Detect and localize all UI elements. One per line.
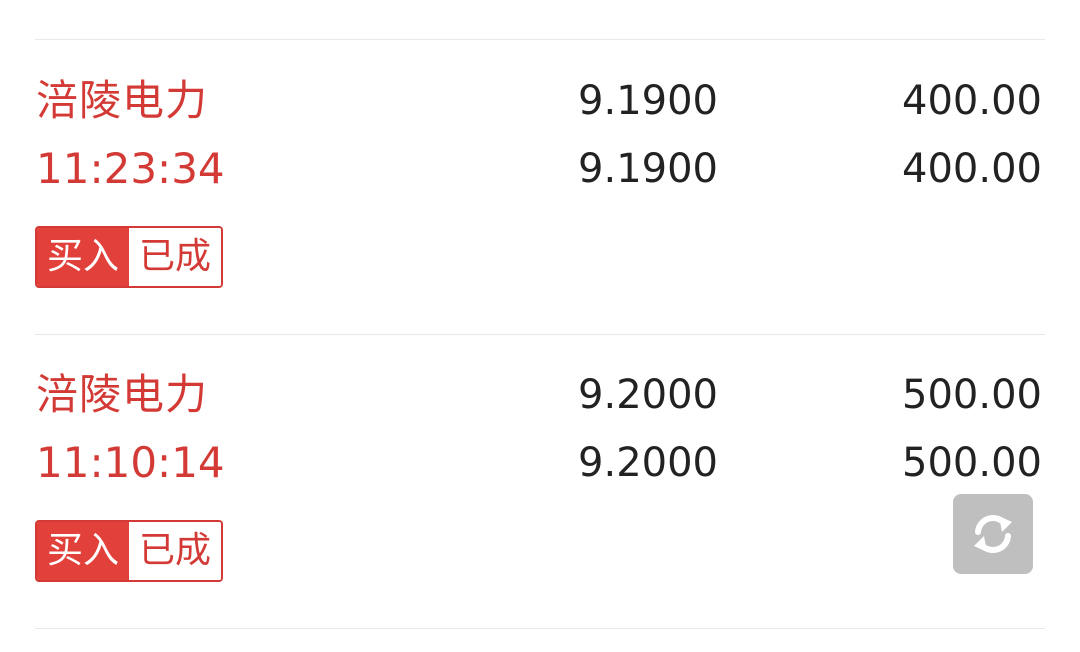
stock-name: 涪陵电力 — [36, 76, 209, 125]
order-quantity: 500.00 — [902, 372, 1042, 418]
bottom-divider — [35, 628, 1045, 629]
deal-quantity: 500.00 — [902, 440, 1042, 486]
order-price: 9.1900 — [578, 78, 718, 124]
order-status-badge: 买入 已成 — [35, 520, 224, 582]
deal-quantity: 400.00 — [902, 146, 1042, 192]
order-quantity: 400.00 — [902, 78, 1042, 124]
status-label: 已成 — [129, 228, 222, 286]
refresh-icon — [974, 515, 1012, 553]
direction-label: 买入 — [37, 522, 130, 580]
stock-name: 涪陵电力 — [36, 370, 209, 419]
order-item[interactable]: 涪陵电力 11:10:14 9.2000 500.00 9.2000 500.0… — [0, 334, 1080, 628]
deal-price: 9.2000 — [578, 440, 718, 486]
order-time: 11:23:34 — [36, 144, 225, 193]
order-item[interactable]: 涪陵电力 11:23:34 9.1900 400.00 9.1900 400.0… — [0, 40, 1080, 334]
order-price: 9.2000 — [578, 372, 718, 418]
refresh-button[interactable] — [953, 494, 1033, 574]
status-label: 已成 — [129, 522, 222, 580]
direction-label: 买入 — [37, 228, 130, 286]
order-time: 11:10:14 — [36, 438, 225, 487]
deal-price: 9.1900 — [578, 146, 718, 192]
order-status-badge: 买入 已成 — [35, 226, 224, 288]
